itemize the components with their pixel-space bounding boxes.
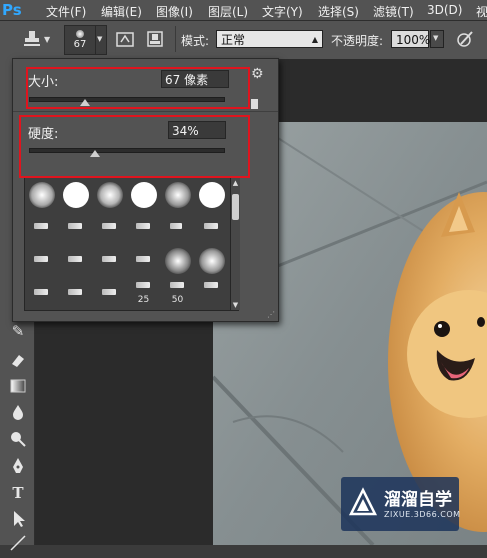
toggle-clone-source-icon[interactable] <box>145 29 165 49</box>
brush-size-preview: 67 <box>73 39 87 50</box>
stamp-tool-icon[interactable] <box>22 29 42 49</box>
menu-select[interactable]: 选择(S) <box>318 3 359 20</box>
shape-tool-icon[interactable] <box>8 533 28 553</box>
watermark: 溜溜自学 ZIXUE.3D66.COM <box>341 477 461 531</box>
brush-preset-fan[interactable] <box>161 211 194 243</box>
mode-label: 模式: <box>181 34 210 48</box>
select-arrows-icon: ▲ <box>311 35 318 44</box>
eraser-tool-icon[interactable] <box>8 350 28 370</box>
scroll-thumb[interactable] <box>232 194 239 220</box>
brush-preset-flat[interactable] <box>25 277 58 309</box>
preset-scrollbar[interactable]: ▲ ▼ <box>230 178 240 310</box>
watermark-logo-icon <box>348 487 378 517</box>
watermark-url: ZIXUE.3D66.COM <box>384 510 461 519</box>
menu-view[interactable]: 视 <box>476 3 487 20</box>
menu-image[interactable]: 图像(I) <box>156 3 193 20</box>
new-preset-icon[interactable] <box>251 99 258 109</box>
brush-preset-chalk[interactable] <box>127 211 160 243</box>
resize-grip-icon[interactable]: ⋰ <box>267 310 275 319</box>
panel-gear-icon[interactable]: ⚙ <box>251 66 264 82</box>
brush-preset-airbrush[interactable] <box>195 244 228 276</box>
type-tool-icon[interactable]: T <box>8 483 28 503</box>
brush-preset-flat[interactable] <box>93 244 126 276</box>
menu-filter[interactable]: 滤镜(T) <box>373 3 414 20</box>
hardness-highlight-box <box>19 115 250 178</box>
brush-preset-chalk[interactable] <box>25 211 58 243</box>
brush-preset-soft-round[interactable] <box>93 178 126 210</box>
brush-preset-hard-round[interactable] <box>195 178 228 210</box>
menu-type[interactable]: 文字(Y) <box>262 3 303 20</box>
opacity-value: 100% <box>396 33 431 47</box>
chevron-down-icon: ▼ <box>97 35 103 43</box>
brush-preset-grid: 25 50 ▲ ▼ <box>24 177 240 311</box>
blend-mode-select[interactable]: 正常 ▲ <box>216 30 323 48</box>
menu-3d[interactable]: 3D(D) <box>427 3 462 17</box>
options-bar: ▼ 67 ▼ 模式: 正常 ▲ 不透明度: 100% ▼ <box>0 21 487 60</box>
brush-preset-flat[interactable] <box>59 244 92 276</box>
brush-preset-hard-round[interactable] <box>59 178 92 210</box>
path-selection-tool-icon[interactable] <box>8 509 28 529</box>
brush-preset-soft-round[interactable] <box>161 178 194 210</box>
brush-preset-flat[interactable] <box>59 277 92 309</box>
brush-preset-chalk[interactable] <box>59 211 92 243</box>
brush-preset-flat[interactable] <box>127 244 160 276</box>
scroll-down-icon[interactable]: ▼ <box>231 301 240 309</box>
brush-preset-flat[interactable] <box>195 277 228 309</box>
pen-tool-icon[interactable] <box>8 456 28 476</box>
watermark-title: 溜溜自学 <box>384 490 452 510</box>
preset-size-25: 25 <box>137 295 150 305</box>
dodge-tool-icon[interactable] <box>8 429 28 449</box>
opacity-field[interactable]: 100% <box>391 30 431 48</box>
gradient-tool-icon[interactable] <box>8 376 28 396</box>
menu-layer[interactable]: 图层(L) <box>208 3 248 20</box>
brush-preset-airbrush[interactable] <box>161 244 194 276</box>
scroll-up-icon[interactable]: ▲ <box>231 179 240 187</box>
brush-tip-preview-icon <box>76 30 84 38</box>
brush-preset-hard-round[interactable] <box>127 178 160 210</box>
size-highlight-box <box>26 67 250 109</box>
blur-tool-icon[interactable] <box>8 402 28 422</box>
brush-preset-25[interactable]: 25 <box>127 277 160 309</box>
tool-preset-dropdown-icon[interactable]: ▼ <box>44 35 50 44</box>
chevron-down-icon: ▼ <box>433 34 439 42</box>
menu-file[interactable]: 文件(F) <box>46 3 86 20</box>
pencil-tool-icon[interactable]: ✎ <box>8 321 28 341</box>
blend-mode-value: 正常 <box>221 33 246 47</box>
pressure-opacity-icon[interactable] <box>455 29 475 49</box>
preset-size-50: 50 <box>171 295 184 305</box>
photoshop-logo: Ps <box>2 1 22 19</box>
brush-preset-50[interactable]: 50 <box>161 277 194 309</box>
brush-preset-picker[interactable]: 67 <box>64 25 96 55</box>
brush-preset-chalk[interactable] <box>195 211 228 243</box>
panel-divider <box>13 111 278 112</box>
brush-preset-soft-round[interactable] <box>25 178 58 210</box>
options-divider <box>175 26 176 52</box>
brush-picker-arrow[interactable]: ▼ <box>95 25 107 55</box>
toggle-brush-panel-icon[interactable] <box>115 29 135 49</box>
menu-bar: Ps 文件(F) 编辑(E) 图像(I) 图层(L) 文字(Y) 选择(S) 滤… <box>0 0 487 21</box>
opacity-dropdown[interactable]: ▼ <box>430 30 444 48</box>
brush-preset-chalk[interactable] <box>93 211 126 243</box>
brush-preset-flat[interactable] <box>25 244 58 276</box>
menu-edit[interactable]: 编辑(E) <box>101 3 142 20</box>
brush-preset-round-bristle[interactable] <box>93 277 126 309</box>
opacity-label: 不透明度: <box>331 34 384 48</box>
